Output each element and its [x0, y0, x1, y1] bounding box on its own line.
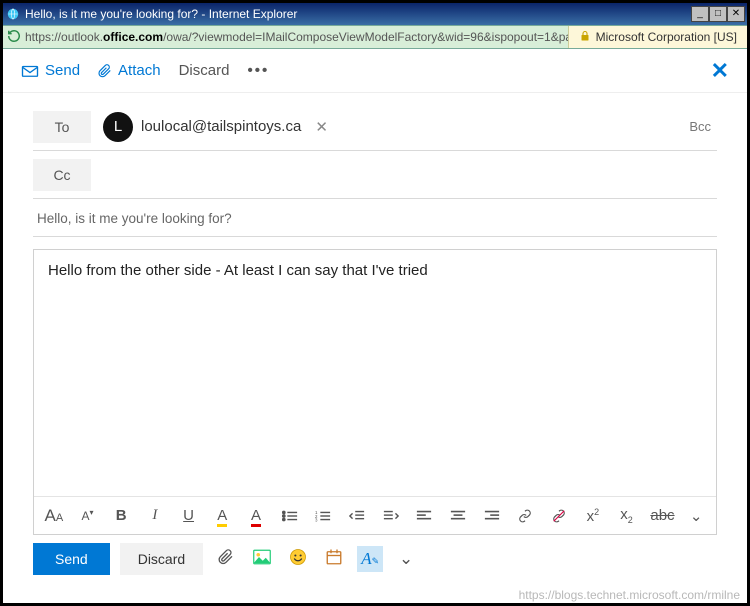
highlight-color-icon[interactable]: A [212, 507, 232, 524]
close-window-button[interactable]: ✕ [727, 6, 745, 22]
align-center-icon[interactable] [448, 507, 468, 524]
window-titlebar: Hello, is it me you're looking for? - In… [3, 3, 747, 25]
recipient-email: loulocal@tailspintoys.ca [141, 118, 301, 135]
italic-icon[interactable]: I [145, 507, 165, 524]
to-row: To L loulocal@tailspintoys.ca ✕ Bcc [33, 103, 717, 151]
outdent-icon[interactable] [347, 507, 367, 524]
more-format-icon[interactable]: ⌄ [686, 507, 706, 525]
lock-icon [579, 30, 591, 45]
recipient-chip[interactable]: L loulocal@tailspintoys.ca ✕ [103, 112, 328, 142]
format-toolbar: AA A▾ B I U A A 123 x2 x2 abc ⌄ [34, 496, 716, 534]
close-compose-button[interactable]: ✕ [711, 58, 729, 84]
window-title: Hello, is it me you're looking for? - In… [25, 7, 691, 21]
align-left-icon[interactable] [415, 507, 435, 524]
calendar-icon[interactable] [321, 548, 347, 571]
url-text[interactable]: https://outlook.office.com/owa/?viewmode… [25, 30, 568, 44]
bullet-list-icon[interactable] [280, 507, 300, 524]
font-size-small-icon[interactable]: A▾ [78, 508, 98, 523]
bottom-bar: Send Discard A✎ ⌄ [3, 535, 747, 583]
refresh-icon[interactable] [3, 29, 25, 46]
attach-label: Attach [118, 62, 161, 79]
svg-text:3: 3 [315, 517, 318, 522]
url-prefix: https://outlook. [25, 30, 103, 44]
unlink-icon[interactable] [549, 507, 569, 524]
cc-row: Cc [33, 151, 717, 199]
indent-icon[interactable] [381, 507, 401, 524]
underline-icon[interactable]: U [179, 507, 199, 524]
more-options-icon[interactable]: ⌄ [393, 549, 419, 569]
watermark-text: https://blogs.technet.microsoft.com/rmil… [519, 588, 740, 602]
font-color-icon[interactable]: A [246, 507, 266, 524]
number-list-icon[interactable]: 123 [314, 507, 334, 524]
superscript-icon[interactable]: x2 [583, 507, 603, 525]
address-bar: https://outlook.office.com/owa/?viewmode… [3, 25, 747, 49]
recipient-avatar: L [103, 112, 133, 142]
discard-button-top[interactable]: Discard [179, 62, 230, 79]
subject-row[interactable]: Hello, is it me you're looking for? [33, 199, 717, 237]
discard-button[interactable]: Discard [120, 543, 203, 575]
cc-field-button[interactable]: Cc [33, 159, 91, 191]
more-actions-button[interactable]: ••• [247, 62, 269, 79]
cert-name: Microsoft Corporation [US] [596, 30, 737, 44]
send-button[interactable]: Send [33, 543, 110, 575]
bold-icon[interactable]: B [111, 507, 131, 524]
editor-container: Hello from the other side - At least I c… [33, 249, 717, 535]
maximize-button[interactable]: □ [709, 6, 727, 22]
send-icon [21, 63, 39, 79]
ssl-cert-badge[interactable]: Microsoft Corporation [US] [568, 26, 747, 48]
strikethrough-icon[interactable]: abc [650, 507, 672, 524]
subscript-icon[interactable]: x2 [617, 506, 637, 525]
to-field-button[interactable]: To [33, 111, 91, 143]
paperclip-icon [98, 62, 112, 80]
emoji-icon[interactable] [285, 548, 311, 571]
message-body[interactable]: Hello from the other side - At least I c… [34, 250, 716, 496]
align-right-icon[interactable] [482, 507, 502, 524]
bcc-toggle[interactable]: Bcc [689, 119, 717, 134]
discard-label: Discard [179, 62, 230, 79]
toggle-format-bar-icon[interactable]: A✎ [357, 546, 383, 572]
send-label: Send [45, 62, 80, 79]
attach-file-icon[interactable] [213, 547, 239, 572]
window-buttons: _ □ ✕ [691, 6, 745, 22]
link-icon[interactable] [516, 507, 536, 524]
url-path: /owa/?viewmodel=IMailComposeViewModelFac… [163, 30, 568, 44]
insert-picture-icon[interactable] [249, 549, 275, 570]
ie-icon [5, 6, 21, 22]
minimize-button[interactable]: _ [691, 6, 709, 22]
send-button-top[interactable]: Send [21, 62, 80, 79]
subject-input[interactable]: Hello, is it me you're looking for? [37, 211, 717, 226]
compose-toolbar: Send Attach Discard ••• ✕ [3, 49, 747, 93]
attach-button[interactable]: Attach [98, 62, 161, 80]
remove-recipient-icon[interactable]: ✕ [315, 118, 328, 136]
url-host: office.com [103, 30, 163, 44]
font-size-large-icon[interactable]: AA [44, 506, 64, 526]
compose-area: To L loulocal@tailspintoys.ca ✕ Bcc Cc H… [3, 93, 747, 535]
